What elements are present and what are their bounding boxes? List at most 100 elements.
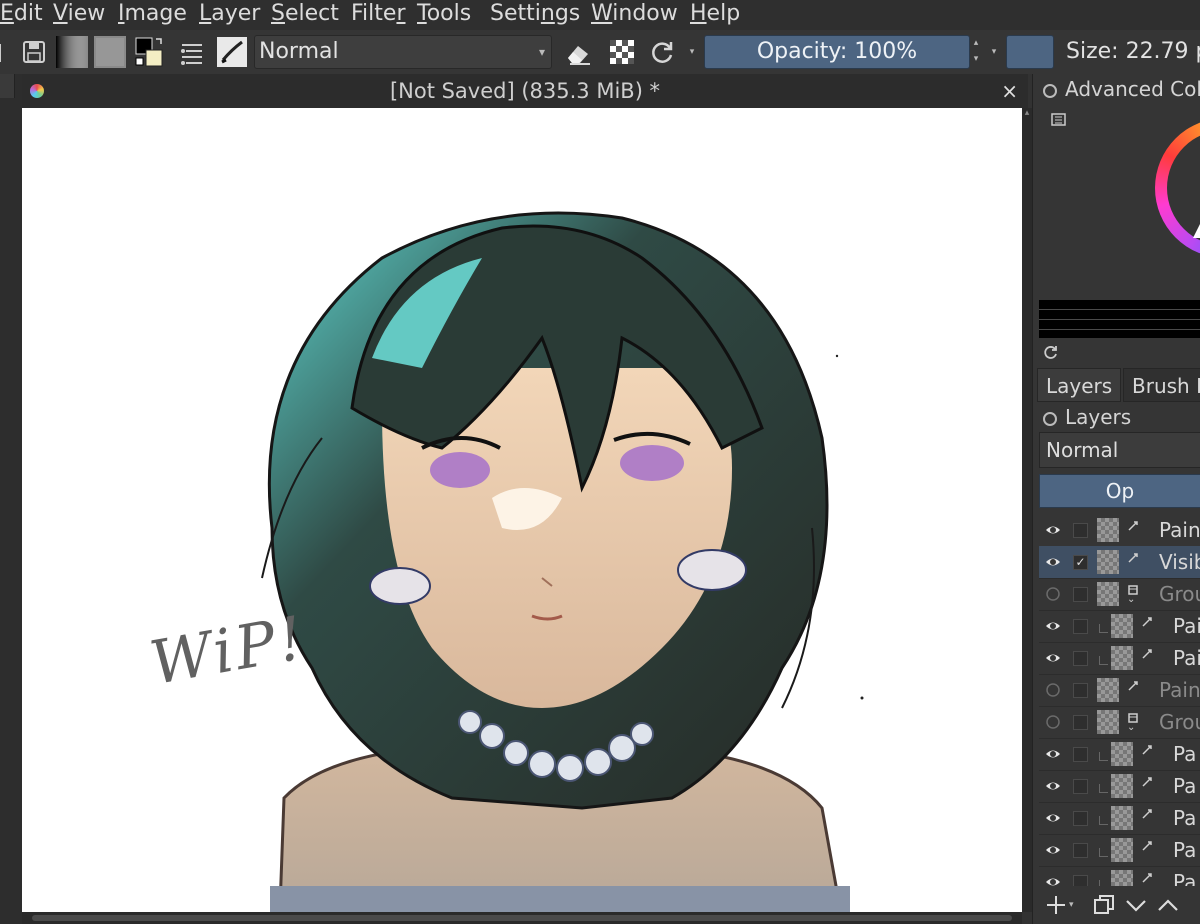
- eye-icon[interactable]: [1045, 842, 1061, 858]
- opacity-spin-buttons[interactable]: ▴ ▾: [970, 35, 982, 69]
- canvas[interactable]: WiP!: [22, 108, 1022, 913]
- menu-help[interactable]: Help: [690, 0, 740, 30]
- color-history-bars[interactable]: [1039, 300, 1200, 338]
- layer-checkbox[interactable]: [1073, 651, 1088, 666]
- foreground-background-color-icon[interactable]: [134, 36, 166, 68]
- color-wheel[interactable]: [1033, 108, 1200, 298]
- brush-size-label[interactable]: Size: 22.79 p: [1066, 35, 1200, 69]
- eye-icon[interactable]: [1045, 650, 1061, 666]
- layer-checkbox[interactable]: [1073, 779, 1088, 794]
- layer-checkbox[interactable]: [1073, 811, 1088, 826]
- layer-row[interactable]: Pai: [1039, 642, 1200, 675]
- tab-brush-presets[interactable]: Brush P: [1123, 368, 1200, 402]
- layer-name: Pa: [1173, 742, 1197, 766]
- vertical-scrollbar[interactable]: ▴: [1022, 108, 1032, 912]
- menu-window[interactable]: Window: [591, 0, 678, 30]
- save-document-icon[interactable]: [18, 36, 50, 68]
- blend-mode-select[interactable]: Normal ▾: [254, 35, 552, 69]
- eye-icon[interactable]: [1045, 554, 1061, 570]
- menu-select[interactable]: Select: [271, 0, 339, 30]
- brush-preset-icon[interactable]: [216, 36, 248, 68]
- expand-chevron-icon[interactable]: ⌄: [1127, 722, 1135, 733]
- eye-icon[interactable]: [1045, 874, 1061, 886]
- layer-row[interactable]: ✓ Visib: [1039, 546, 1200, 579]
- tab-layers[interactable]: Layers: [1037, 368, 1121, 402]
- layer-blend-mode-select[interactable]: Normal: [1039, 432, 1200, 468]
- layer-checkbox[interactable]: [1073, 683, 1088, 698]
- menu-bar: Edit View Image Layer Select Filter Tool…: [0, 0, 1200, 30]
- layer-checkbox[interactable]: ✓: [1073, 555, 1088, 570]
- layer-thumbnail: [1111, 838, 1133, 862]
- layer-checkbox[interactable]: [1073, 843, 1088, 858]
- preserve-alpha-icon[interactable]: [606, 36, 638, 68]
- eye-hidden-icon[interactable]: [1045, 682, 1061, 698]
- layer-name: Pa: [1173, 806, 1197, 830]
- eye-icon[interactable]: [1045, 522, 1061, 538]
- layer-checkbox[interactable]: [1073, 587, 1088, 602]
- layer-row[interactable]: Pain: [1039, 514, 1200, 547]
- paint-layer-icon: [1141, 741, 1153, 755]
- layer-checkbox[interactable]: [1073, 619, 1088, 634]
- flow-slider[interactable]: [1006, 35, 1054, 69]
- menu-layer[interactable]: Layer: [199, 0, 260, 30]
- layer-thumbnail: [1097, 518, 1119, 542]
- layer-checkbox[interactable]: [1073, 747, 1088, 762]
- layer-row[interactable]: Pai: [1039, 610, 1200, 643]
- pattern-preset-icon[interactable]: [94, 36, 126, 68]
- layer-row[interactable]: ⌄ Grou: [1039, 706, 1200, 739]
- add-layer-icon[interactable]: [1043, 892, 1069, 918]
- menu-edit[interactable]: Edit: [0, 0, 43, 30]
- reload-dropdown-arrow[interactable]: ▾: [686, 44, 698, 78]
- horizontal-scrollbar-thumb[interactable]: [32, 915, 1012, 921]
- menu-tools[interactable]: Tools: [417, 0, 471, 30]
- close-icon[interactable]: ×: [1001, 74, 1018, 108]
- toolbox-handle[interactable]: [0, 74, 15, 98]
- eraser-icon[interactable]: [562, 36, 594, 68]
- eye-icon[interactable]: [1045, 618, 1061, 634]
- layer-checkbox[interactable]: [1073, 875, 1088, 886]
- document-tab[interactable]: [Not Saved] (835.3 MiB) * ×: [22, 74, 1028, 109]
- eye-hidden-icon[interactable]: [1045, 586, 1061, 602]
- tree-branch-line: [1099, 752, 1108, 761]
- paint-layer-icon: [1141, 773, 1153, 787]
- eye-icon[interactable]: [1045, 746, 1061, 762]
- artwork: [261, 211, 864, 913]
- duplicate-layer-icon[interactable]: [1091, 892, 1117, 918]
- paint-layer-icon: [1141, 805, 1153, 819]
- layer-row[interactable]: Pa: [1039, 834, 1200, 867]
- layer-thumbnail: [1111, 806, 1133, 830]
- layer-row[interactable]: Pa: [1039, 802, 1200, 835]
- layer-row[interactable]: Pa: [1039, 770, 1200, 803]
- layer-row[interactable]: Pain: [1039, 674, 1200, 707]
- layer-row[interactable]: Pa: [1039, 738, 1200, 771]
- dock-lock-icon[interactable]: [1043, 411, 1057, 426]
- move-layer-up-icon[interactable]: [1155, 892, 1181, 918]
- reload-preset-icon[interactable]: [646, 36, 678, 68]
- menu-image[interactable]: Image: [118, 0, 187, 30]
- tool-bar: Normal ▾ ▾ Opacity: 100% ▴ ▾ ▾ Size: 22.79…: [0, 30, 1200, 74]
- gradient-preset-icon[interactable]: [56, 36, 88, 68]
- refresh-icon[interactable]: [1043, 344, 1059, 360]
- layer-row[interactable]: Pa: [1039, 866, 1200, 886]
- eye-icon[interactable]: [1045, 778, 1061, 794]
- eye-icon[interactable]: [1045, 810, 1061, 826]
- paint-layer-icon: [1141, 613, 1153, 627]
- eye-hidden-icon[interactable]: [1045, 714, 1061, 730]
- layer-checkbox[interactable]: [1073, 523, 1088, 538]
- brush-settings-icon[interactable]: [176, 36, 208, 68]
- layer-row[interactable]: ⌄ Grou: [1039, 578, 1200, 611]
- menu-filter[interactable]: Filter: [351, 0, 406, 30]
- move-layer-down-icon[interactable]: [1123, 892, 1149, 918]
- open-document-icon[interactable]: [0, 36, 4, 68]
- scroll-up-arrow[interactable]: ▴: [1022, 108, 1032, 122]
- layer-opacity-slider[interactable]: Op: [1039, 474, 1200, 508]
- menu-view[interactable]: View: [53, 0, 105, 30]
- opacity-slider[interactable]: Opacity: 100%: [704, 35, 970, 69]
- horizontal-scrollbar[interactable]: [22, 912, 1022, 924]
- menu-settings[interactable]: Settings: [490, 0, 580, 30]
- dock-lock-icon[interactable]: [1043, 83, 1057, 98]
- opacity-dropdown-arrow[interactable]: ▾: [988, 44, 1000, 78]
- layer-checkbox[interactable]: [1073, 715, 1088, 730]
- expand-chevron-icon[interactable]: ⌄: [1127, 594, 1135, 605]
- add-layer-dropdown-arrow[interactable]: ▾: [1069, 892, 1079, 918]
